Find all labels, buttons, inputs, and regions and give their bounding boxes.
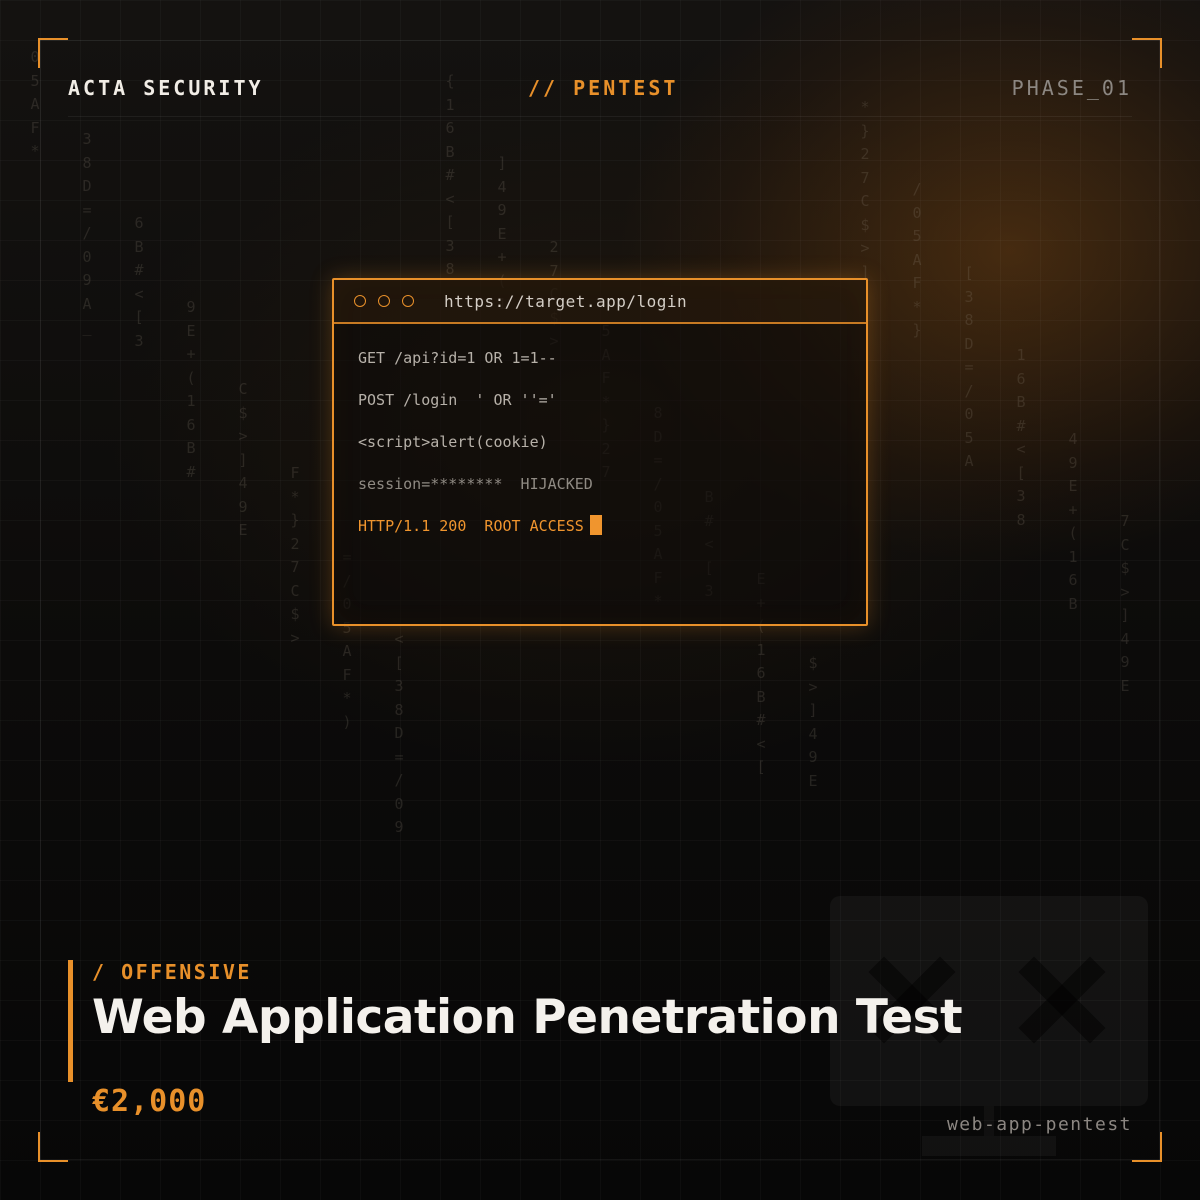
accent-bar (68, 960, 73, 1082)
terminal-line: <script>alert(cookie) (358, 433, 548, 451)
window-title-bar: https://target.app/login (334, 280, 866, 324)
corner-bracket-bottom-left (38, 1132, 68, 1162)
service-price: €2,000 (92, 1084, 207, 1119)
cursor-icon (589, 515, 602, 535)
frame-top-line (40, 40, 1160, 41)
corner-bracket-top-right (1132, 38, 1162, 68)
browser-window-icon: https://target.app/login GET /api?id=1 O… (332, 278, 868, 626)
terminal-line: GET /api?id=1 OR 1=1-- (358, 349, 557, 367)
frame-right-line (1159, 40, 1160, 1160)
window-dot-icon (402, 295, 414, 307)
terminal-line: POST /login ' OR ''=' (358, 391, 557, 409)
service-tag: / OFFENSIVE (92, 960, 252, 984)
corner-bracket-top-left (38, 38, 68, 68)
phase-label: PHASE_01 (1011, 76, 1132, 100)
frame-left-line (40, 40, 41, 1160)
brand-name: ACTA SECURITY (68, 76, 264, 100)
terminal-line-text: HTTP/1.1 200 ROOT ACCESS (358, 517, 584, 535)
terminal-line-highlight: HTTP/1.1 200 ROOT ACCESS (358, 514, 866, 556)
url-text: https://target.app/login (444, 291, 688, 311)
frame-bottom-line (40, 1159, 1160, 1160)
terminal-line: session=******** HIJACKED (358, 475, 593, 493)
service-slug: web-app-pentest (946, 1114, 1132, 1135)
header-divider (68, 116, 1132, 117)
window-dot-icon (378, 295, 390, 307)
category-label: // PENTEST (528, 76, 679, 100)
window-dot-icon (354, 295, 366, 307)
service-title: Web Application Penetration Test (92, 990, 963, 1045)
terminal-body: GET /api?id=1 OR 1=1-- POST /login ' OR … (334, 324, 866, 556)
